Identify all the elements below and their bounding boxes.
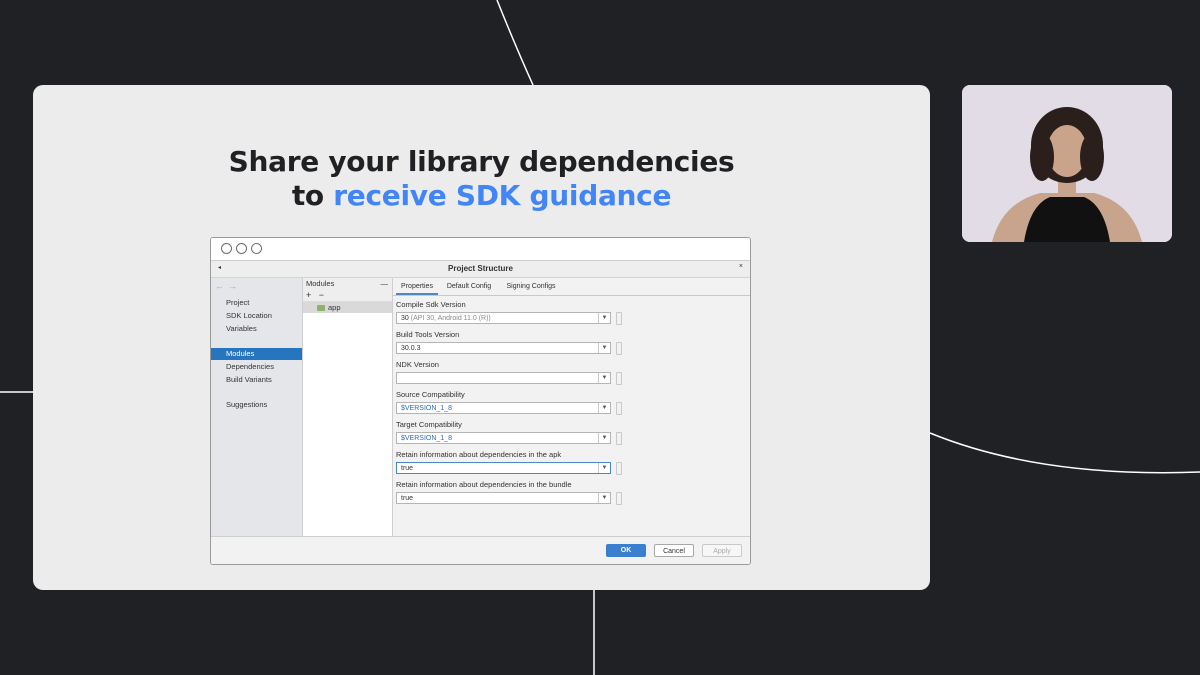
sidebar-item-build-variants[interactable]: Build Variants xyxy=(211,374,302,386)
presenter-video xyxy=(962,85,1172,242)
ndk-version-select[interactable]: ▼ xyxy=(396,372,611,384)
window-minimize-dot-icon[interactable] xyxy=(236,243,247,254)
tab-signing-configs[interactable]: Signing Configs xyxy=(501,278,561,295)
cancel-button[interactable]: Cancel xyxy=(654,544,694,557)
tab-properties[interactable]: Properties xyxy=(396,278,438,295)
source-compat-select[interactable]: $VERSION_1_8 ▼ xyxy=(396,402,611,414)
slide-card: Share your library dependencies to recei… xyxy=(33,85,930,590)
dropdown-arrow-icon[interactable]: ▼ xyxy=(598,493,610,503)
sidebar-item-modules[interactable]: Modules xyxy=(211,348,302,360)
project-structure-window: ◂ Project Structure × ←→ Project SDK Loc… xyxy=(210,237,751,565)
remove-module-icon[interactable]: − xyxy=(319,290,324,300)
compile-sdk-hint: (API 30, Android 11.0 (R)) xyxy=(410,315,491,322)
nav-sidebar: ←→ Project SDK Location Variables Module… xyxy=(211,278,303,536)
retain-bundle-value: true xyxy=(401,495,414,502)
retain-bundle-select[interactable]: true ▼ xyxy=(396,492,611,504)
dropdown-arrow-icon[interactable]: ▼ xyxy=(598,403,610,413)
retain-apk-label: Retain information about dependencies in… xyxy=(396,450,562,459)
sidebar-item-variables[interactable]: Variables xyxy=(211,323,302,335)
window-chrome xyxy=(211,238,750,261)
build-tools-value: 30.0.3 xyxy=(401,345,421,352)
module-label: app xyxy=(328,303,341,312)
source-compat-side-button[interactable] xyxy=(616,402,622,415)
nav-back-forward-icon[interactable]: ←→ xyxy=(215,281,241,291)
source-compat-label: Source Compatibility xyxy=(396,390,465,399)
ndk-version-label: NDK Version xyxy=(396,360,439,369)
retain-apk-value: true xyxy=(401,465,414,472)
dialog-footer: OK Cancel Apply xyxy=(211,536,750,564)
retain-apk-side-button[interactable] xyxy=(616,462,622,475)
tab-default-config[interactable]: Default Config xyxy=(443,278,495,295)
sidebar-item-suggestions[interactable]: Suggestions xyxy=(211,399,302,411)
dropdown-arrow-icon[interactable]: ▼ xyxy=(598,433,610,443)
target-compat-side-button[interactable] xyxy=(616,432,622,445)
dropdown-arrow-icon[interactable]: ▼ xyxy=(598,343,610,353)
minimize-icon[interactable]: — xyxy=(381,278,389,289)
window-maximize-dot-icon[interactable] xyxy=(251,243,262,254)
build-tools-label: Build Tools Version xyxy=(396,330,460,339)
dialog-close-icon[interactable]: × xyxy=(739,263,743,270)
modules-toolbar: + − xyxy=(303,289,392,302)
target-compat-select[interactable]: $VERSION_1_8 ▼ xyxy=(396,432,611,444)
headline-line-1: Share your library dependencies xyxy=(228,145,735,178)
window-close-dot-icon[interactable] xyxy=(221,243,232,254)
compile-sdk-value: 30 xyxy=(401,315,409,322)
build-tools-side-button[interactable] xyxy=(616,342,622,355)
dialog-titlebar: ◂ Project Structure × xyxy=(211,261,750,278)
dropdown-arrow-icon[interactable]: ▼ xyxy=(598,463,610,473)
tab-bar: Properties Default Config Signing Config… xyxy=(393,278,750,296)
sidebar-item-sdk-location[interactable]: SDK Location xyxy=(211,310,302,322)
dropdown-arrow-icon[interactable]: ▼ xyxy=(598,313,610,323)
compile-sdk-label: Compile Sdk Version xyxy=(396,300,466,309)
apply-button[interactable]: Apply xyxy=(702,544,742,557)
headline-line-2: to receive SDK guidance xyxy=(33,179,930,213)
properties-panel: Properties Default Config Signing Config… xyxy=(393,278,750,536)
target-compat-label: Target Compatibility xyxy=(396,420,462,429)
presenter-figure-icon xyxy=(962,85,1172,242)
source-compat-value: $VERSION_1_8 xyxy=(401,405,452,412)
target-compat-value: $VERSION_1_8 xyxy=(401,435,452,442)
modules-header: Modules — xyxy=(303,278,392,289)
folder-icon xyxy=(317,305,325,312)
module-item-app[interactable]: app xyxy=(303,302,392,313)
headline-accent: receive SDK guidance xyxy=(333,179,672,212)
add-module-icon[interactable]: + xyxy=(306,290,311,300)
dialog-title: Project Structure xyxy=(448,264,513,273)
dropdown-arrow-icon[interactable]: ▼ xyxy=(598,373,610,383)
compile-sdk-side-button[interactable] xyxy=(616,312,622,325)
sidebar-item-project[interactable]: Project xyxy=(211,297,302,309)
ok-button[interactable]: OK xyxy=(606,544,646,557)
build-tools-select[interactable]: 30.0.3 ▼ xyxy=(396,342,611,354)
retain-bundle-label: Retain information about dependencies in… xyxy=(396,480,572,489)
sidebar-item-dependencies[interactable]: Dependencies xyxy=(211,361,302,373)
modules-header-label: Modules xyxy=(306,279,335,288)
compile-sdk-select[interactable]: 30 (API 30, Android 11.0 (R)) ▼ xyxy=(396,312,611,324)
headline-prefix: to xyxy=(291,179,334,212)
retain-bundle-side-button[interactable] xyxy=(616,492,622,505)
ndk-version-side-button[interactable] xyxy=(616,372,622,385)
slide-headline: Share your library dependencies to recei… xyxy=(33,145,930,213)
retain-apk-select[interactable]: true ▼ xyxy=(396,462,611,474)
modules-panel: Modules — + − app xyxy=(303,278,393,536)
